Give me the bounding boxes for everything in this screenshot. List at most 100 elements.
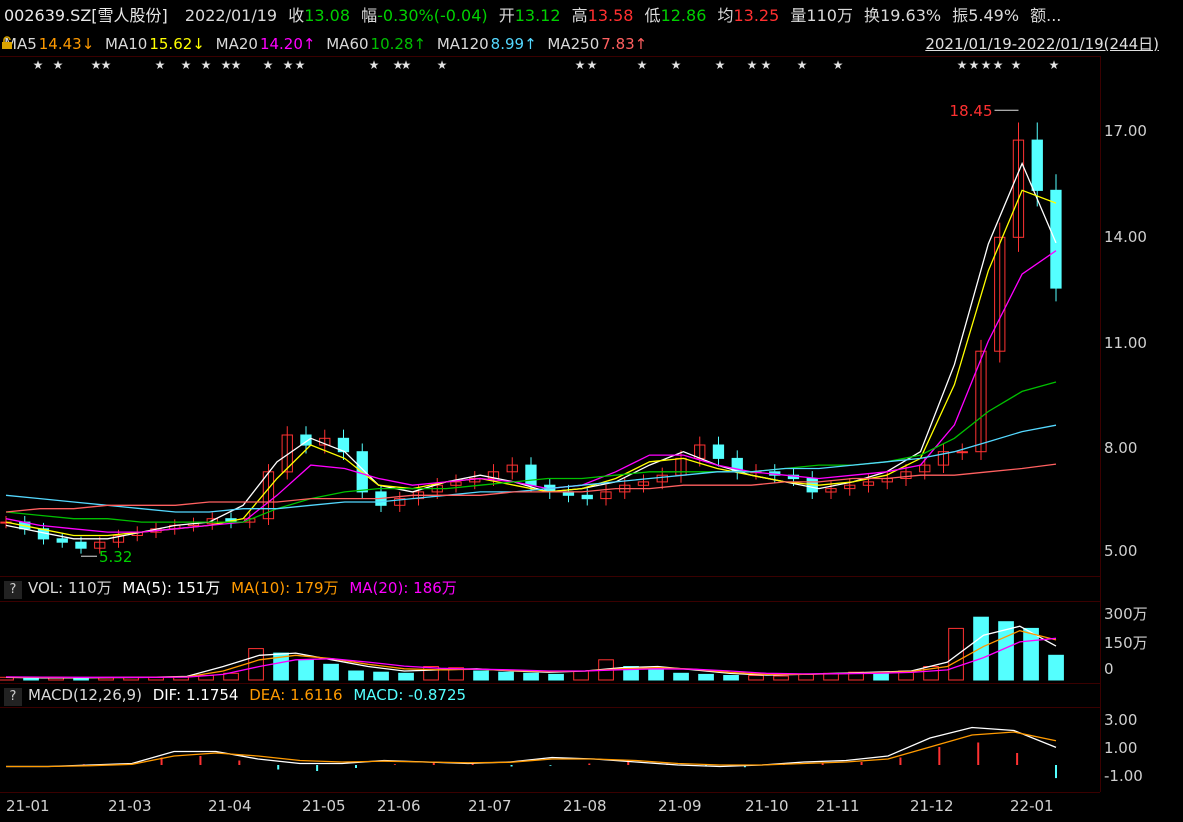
- event-star-icon: ★: [231, 58, 242, 72]
- volume-bar: [748, 675, 764, 681]
- volume-bar: [948, 627, 964, 681]
- amplitude-label: 振: [952, 6, 969, 25]
- date-range-selector[interactable]: 2021/01/19-2022/01/19(244日): [925, 32, 1159, 56]
- open-value: 13.12: [514, 6, 561, 25]
- volume-bar: [973, 616, 989, 681]
- x-tick: 21-05: [302, 797, 346, 815]
- candle: [581, 494, 593, 500]
- x-tick: 22-01: [1010, 797, 1054, 815]
- price-tick: 17.00: [1104, 122, 1147, 140]
- volume-bar: [723, 675, 739, 681]
- event-star-icon: ★: [295, 58, 306, 72]
- event-star-icon: ★: [283, 58, 294, 72]
- volume-bar: [473, 670, 489, 681]
- vol-tick: 0: [1104, 660, 1114, 678]
- volume-bar: [548, 673, 564, 681]
- macd-chart[interactable]: [0, 708, 1100, 792]
- x-tick: 21-06: [377, 797, 421, 815]
- ma60-value: 10.28↑: [370, 35, 427, 53]
- vol-tick: 150万: [1104, 634, 1148, 652]
- low-annotation: 5.32: [99, 548, 132, 566]
- price-chart[interactable]: ★ ★ ★ ★ ★ ★ ★ ★ ★ ★ ★ ★ ★ ★★ ★ ★ ★ ★ ★ ★ ★ ★ ★ ★ ★ ★ ★ ★ ★ ★18.455.32: [0, 57, 1100, 575]
- x-tick: 21-07: [468, 797, 512, 815]
- event-star-icon: ★: [437, 58, 448, 72]
- event-star-icon: ★: [53, 58, 64, 72]
- ma-legend: MA5 14.43↓ MA10 15.62↓ MA20 14.20↑ MA60 10.2…: [0, 32, 1183, 56]
- event-star-icon: ★: [993, 58, 1004, 72]
- ma10-value: 15.62↓: [149, 35, 205, 53]
- x-tick: 21-09: [658, 797, 702, 815]
- amplitude-value: 5.49%: [968, 6, 1020, 25]
- price-tick: 8.00: [1104, 439, 1138, 457]
- avg-label: 均: [717, 6, 734, 25]
- event-star-icon: ★: [761, 58, 772, 72]
- ma250-label: MA250: [547, 35, 600, 53]
- vol-value: VOL: 110万: [28, 579, 112, 597]
- ma10-label: MA10: [105, 35, 148, 53]
- volume-bar: [248, 648, 264, 681]
- candle: [956, 451, 968, 454]
- volume-bar: [348, 670, 364, 681]
- macd-tick: 1.00: [1104, 739, 1138, 757]
- volume-bar: [1023, 627, 1039, 681]
- high-value: 13.58: [587, 6, 634, 25]
- dea-line: [6, 731, 1057, 768]
- vol-ma20: MA(20): 186万: [349, 579, 457, 597]
- price-tick: 5.00: [1104, 542, 1138, 560]
- change-label: 幅: [361, 6, 378, 25]
- ma120-value: 8.99↑: [490, 35, 537, 53]
- quote-date: 2022/01/19: [184, 6, 278, 25]
- volume-bar: [373, 671, 389, 681]
- x-tick: 21-04: [208, 797, 252, 815]
- event-star-icon: ★: [101, 58, 112, 72]
- volume-chart[interactable]: [0, 602, 1100, 682]
- macd-panel-header: ? MACD(12,26,9) DIF: 1.1754 DEA: 1.6116 M…: [0, 684, 1100, 706]
- macd-tick: 3.00: [1104, 711, 1138, 729]
- quote-header: 002639.SZ[雪人股份] 2022/01/19 收13.08 幅-0.30…: [0, 0, 1067, 32]
- high-annotation: 18.45: [950, 102, 993, 120]
- event-star-icon: ★: [671, 58, 682, 72]
- ma60-label: MA60: [326, 35, 369, 53]
- vol-panel-header: ? VOL: 110万 MA(5): 151万 MA(10): 179万 MA(2…: [0, 577, 1100, 599]
- close-value: 13.08: [304, 6, 351, 25]
- candle: [525, 464, 537, 486]
- volume-bar: [398, 672, 414, 681]
- volume-bar: [573, 670, 589, 681]
- volume-bar: [773, 675, 789, 681]
- volume-bar: [798, 673, 814, 681]
- event-star-icon: ★: [575, 58, 586, 72]
- event-star-icon: ★: [401, 58, 412, 72]
- ma250-value: 7.83↑: [601, 35, 648, 53]
- low-label: 低: [644, 6, 661, 25]
- amount-label: 额...: [1030, 6, 1062, 25]
- macd-dif: DIF: 1.1754: [152, 686, 239, 704]
- volume-bar: [673, 672, 689, 681]
- volume-bar: [73, 677, 89, 681]
- volume-bar: [323, 663, 339, 681]
- event-star-icon: ★: [263, 58, 274, 72]
- volume-bar: [523, 672, 539, 681]
- avg-value: 13.25: [733, 6, 780, 25]
- event-star-icon: ★: [969, 58, 980, 72]
- price-tick: 11.00: [1104, 334, 1147, 352]
- candle: [712, 444, 725, 459]
- turnover-label: 换: [864, 6, 881, 25]
- vol-help-button[interactable]: ?: [4, 581, 22, 599]
- x-tick: 21-08: [563, 797, 607, 815]
- x-tick: 21-01: [6, 797, 50, 815]
- ma5-value: 14.43↓: [38, 35, 95, 53]
- macd-title: MACD(12,26,9): [28, 686, 142, 704]
- x-tick: 21-10: [745, 797, 789, 815]
- lock-icon[interactable]: [0, 36, 14, 50]
- macd-help-button[interactable]: ?: [4, 688, 22, 706]
- vol-ma5: MA(5): 151万: [122, 579, 221, 597]
- ma20-label: MA20: [215, 35, 258, 53]
- open-label: 开: [498, 6, 515, 25]
- event-star-icon: ★: [957, 58, 968, 72]
- stock-symbol[interactable]: 002639.SZ[雪人股份]: [4, 6, 168, 25]
- change-value: -0.30%(-0.04): [377, 6, 488, 25]
- event-star-icon: ★: [715, 58, 726, 72]
- volume-bar: [873, 672, 889, 681]
- candle: [75, 541, 87, 549]
- event-star-icon: ★: [1049, 58, 1060, 72]
